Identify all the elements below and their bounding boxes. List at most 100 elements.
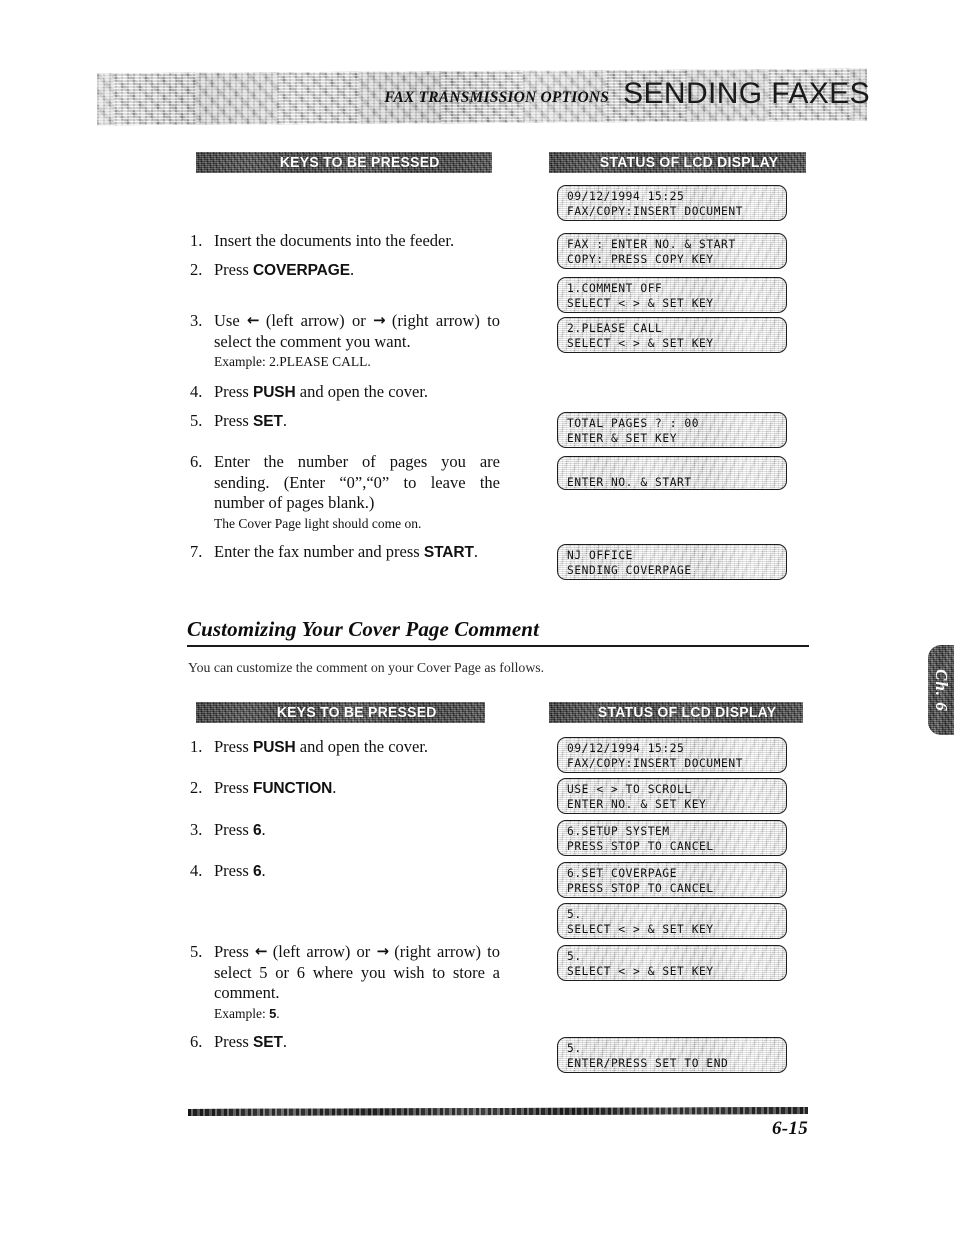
left-arrow-icon: ← <box>255 942 268 960</box>
lcd-line-2: SELECT < > & SET KEY <box>567 337 714 350</box>
lcd-line-1: 09/12/1994 15:25 <box>567 190 685 203</box>
lcd-line-1: USE < > TO SCROLL <box>567 783 692 796</box>
step-1-4: 4. Press PUSH and open the cover. <box>190 382 500 404</box>
lcd-line-2: SELECT < > & SET KEY <box>567 297 714 310</box>
step-note: The Cover Page light should come on. <box>214 515 422 531</box>
step-1-3: 3. Use ← (left arrow) or → (right arrow)… <box>190 311 500 370</box>
step-text: Use ← (left arrow) or → (right arrow) to… <box>214 311 500 370</box>
lcd-display-1: 09/12/1994 15:25 FAX/COPY:INSERT DOCUMEN… <box>557 185 787 221</box>
step-2-3: 3. Press 6. <box>190 820 500 842</box>
key-name: 6 <box>252 863 262 880</box>
lcd-display-4: 2.PLEASE CALL SELECT < > & SET KEY <box>557 317 787 353</box>
section-intro-text: You can customize the comment on your Co… <box>188 660 545 675</box>
keys-to-be-pressed-header: KEYS TO BE PRESSED <box>196 152 492 173</box>
lcd-line-1: 1.COMMENT OFF <box>567 282 663 295</box>
chapter-tab: Ch. 6 <box>928 645 954 735</box>
lcd-line-2: COPY: PRESS COPY KEY <box>567 253 714 266</box>
lcd-line-2: ENTER/PRESS SET TO END <box>567 1057 729 1070</box>
left-arrow-icon: ← <box>246 311 260 329</box>
step-text: Press COVERPAGE. <box>214 260 500 282</box>
step-text-post: . <box>332 778 337 797</box>
lcd-line-2: ENTER & SET KEY <box>567 432 678 445</box>
step-note: Example: 2.PLEASE CALL. <box>214 354 371 369</box>
lcd-line-2: FAX/COPY:INSERT DOCUMENT <box>567 757 744 770</box>
step-text-b: (left arrow) or <box>258 311 374 330</box>
step-number: 3. <box>190 311 203 330</box>
lcd-display-9: USE < > TO SCROLL ENTER NO. & SET KEY <box>557 778 787 814</box>
step-note: Example: 5. <box>214 1005 500 1022</box>
step-1-1: 1. Insert the documents into the feeder. <box>190 231 500 252</box>
step-number: 2. <box>190 260 203 279</box>
key-name: COVERPAGE <box>252 262 350 279</box>
step-number: 5. <box>190 942 203 961</box>
lcd-display-13: 5. SELECT < > & SET KEY <box>557 945 787 981</box>
step-text-pre: Press <box>214 260 253 279</box>
lcd-line-1 <box>567 460 779 475</box>
step-1-6: 6. Enter the number of pages you are sen… <box>190 452 500 532</box>
header-subtitle: FAX TRANSMISSION OPTIONS <box>384 89 610 106</box>
key-name: PUSH <box>252 384 296 401</box>
step-text-a: Use <box>214 311 247 330</box>
key-name: SET <box>252 1034 283 1051</box>
step-1-5: 5. Press SET. <box>190 411 500 433</box>
step-text-pre: Press <box>214 737 253 756</box>
status-of-lcd-display-label: STATUS OF LCD DISPLAY <box>599 154 778 171</box>
lcd-line-1: TOTAL PAGES ? : 00 <box>567 417 700 430</box>
key-name: 6 <box>252 822 262 839</box>
step-note-post: . <box>276 1005 280 1021</box>
lcd-line-2: PRESS STOP TO CANCEL <box>567 840 714 853</box>
lcd-line-1: 5. <box>567 908 582 921</box>
lcd-display-14: 5. ENTER/PRESS SET TO END <box>557 1037 787 1073</box>
step-text: Press PUSH and open the cover. <box>214 737 500 759</box>
step-note-pre: Example: <box>214 1005 270 1021</box>
step-text: Press 6. <box>214 820 500 842</box>
step-number: 6. <box>190 452 203 471</box>
status-of-lcd-display-header: STATUS OF LCD DISPLAY <box>549 152 806 173</box>
status-of-lcd-display-header-2: STATUS OF LCD DISPLAY <box>549 702 803 723</box>
step-2-5: 5. Press ← (left arrow) or → (right arro… <box>190 942 500 1022</box>
step-number: 1. <box>190 231 203 250</box>
step-text-post: . <box>282 411 287 430</box>
lcd-display-6: ENTER NO. & START <box>557 456 787 490</box>
step-text-main: Enter the number of pages you are sendin… <box>214 452 500 512</box>
step-text: Insert the documents into the feeder. <box>214 231 455 250</box>
lcd-line-2: PRESS STOP TO CANCEL <box>567 882 714 895</box>
key-name: FUNCTION <box>252 780 333 797</box>
lcd-line-2: FAX/COPY:INSERT DOCUMENT <box>567 205 744 218</box>
step-2-4: 4. Press 6. <box>190 861 500 883</box>
step-text-post: and open the cover. <box>295 737 429 756</box>
step-text-pre: Press <box>214 411 253 430</box>
lcd-line-1: FAX : ENTER NO. & START <box>567 238 736 251</box>
lcd-line-1: NJ OFFICE <box>567 549 634 562</box>
footer-divider <box>188 1107 808 1116</box>
step-number: 6. <box>190 1032 203 1051</box>
lcd-line-1: 2.PLEASE CALL <box>567 322 663 335</box>
step-text-post: and open the cover. <box>295 382 429 401</box>
lcd-display-12: 5. SELECT < > & SET KEY <box>557 903 787 939</box>
step-text-pre: Enter the fax number and press <box>214 542 424 561</box>
step-number: 1. <box>190 737 203 756</box>
section-title: Customizing Your Cover Page Comment <box>187 617 539 641</box>
step-number: 4. <box>190 861 203 880</box>
step-text-pre: Press <box>214 1032 253 1051</box>
step-text: Enter the number of pages you are sendin… <box>214 452 500 532</box>
lcd-display-10: 6.SETUP SYSTEM PRESS STOP TO CANCEL <box>557 820 787 856</box>
step-text-post: . <box>261 861 266 880</box>
step-text-pre: Press <box>214 820 253 839</box>
step-1-2: 2. Press COVERPAGE. <box>190 260 500 282</box>
step-text: Press ← (left arrow) or → (right arrow) … <box>214 942 500 1022</box>
keys-to-be-pressed-header-2: KEYS TO BE PRESSED <box>196 702 485 723</box>
step-number: 2. <box>190 778 203 797</box>
step-text-b: (left arrow) or <box>266 942 377 961</box>
lcd-line-1: 6.SETUP SYSTEM <box>567 825 670 838</box>
step-text-pre: Press <box>214 861 253 880</box>
lcd-line-2: SENDING COVERPAGE <box>567 564 692 577</box>
lcd-line-2: SELECT < > & SET KEY <box>567 923 714 936</box>
manual-page: FAX TRANSMISSION OPTIONS SENDING FAXES K… <box>0 0 954 1235</box>
chapter-tab-label: Ch. 6 <box>932 668 951 712</box>
section-heading: Customizing Your Cover Page Comment <box>187 617 809 647</box>
step-text-post: . <box>473 542 478 561</box>
lcd-line-1: 5. <box>567 950 582 963</box>
lcd-display-8: 09/12/1994 15:25 FAX/COPY:INSERT DOCUMEN… <box>557 737 787 773</box>
lcd-line-1: 5. <box>567 1042 582 1055</box>
